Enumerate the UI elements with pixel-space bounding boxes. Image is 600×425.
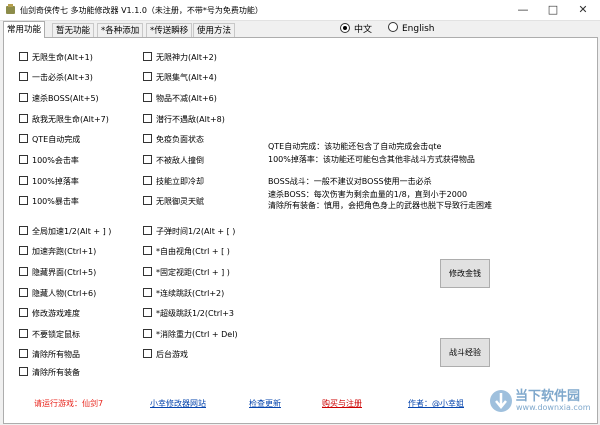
cb-hide-character[interactable]: 隐藏人物(Ctrl+6) xyxy=(19,288,96,299)
cb-one-hit-kill[interactable]: 一击必杀(Alt+3) xyxy=(19,72,93,83)
cb-clear-equipment[interactable]: 清除所有装备 xyxy=(19,367,80,378)
cb-super-jump[interactable]: *超级跳跃1/2(Ctrl+3 xyxy=(143,308,234,319)
cb-100-hit[interactable]: 100%会击率 xyxy=(19,155,79,166)
checkbox-icon xyxy=(143,267,152,276)
cb-infinite-hp[interactable]: 无限生命(Alt+1) xyxy=(19,52,93,63)
checkbox-icon xyxy=(143,288,152,297)
checkbox-icon xyxy=(143,246,152,255)
info-fastboss: 速杀BOSS：每次伤害为剩余血量的1/8，直到小于2000 xyxy=(268,190,468,199)
tab-none[interactable]: 暂无功能 xyxy=(52,23,95,38)
site-link[interactable]: 小幸修改器网站 xyxy=(150,398,206,409)
info-drop: 100%掉落率：该功能还可能包含其他非战斗方式获得物品 xyxy=(268,155,475,164)
checkbox-icon xyxy=(143,72,152,81)
checkbox-icon xyxy=(19,367,28,376)
cb-100-drop[interactable]: 100%掉落率 xyxy=(19,176,79,187)
cb-stealth[interactable]: 潜行不遇敌(Alt+8) xyxy=(143,114,225,125)
checkbox-icon xyxy=(19,176,28,185)
modify-money-button[interactable]: 修改金钱 xyxy=(440,259,490,288)
checkbox-icon xyxy=(143,134,152,143)
tab-teleport[interactable]: *传送瞬移 xyxy=(146,23,193,38)
radio-icon xyxy=(340,23,350,33)
cb-global-speed[interactable]: 全局加速1/2(Alt + ] ) xyxy=(19,226,111,237)
cb-items-no-decrease[interactable]: 物品不减(Alt+6) xyxy=(143,93,217,104)
checkbox-icon xyxy=(19,226,28,235)
author-link[interactable]: 作者：@小幸姐 xyxy=(408,398,464,409)
info-clear: 清除所有装备：慎用，会把角色身上的武器也脱下导致行走困难 xyxy=(268,201,492,210)
tab-howto[interactable]: 使用方法 xyxy=(193,23,236,38)
checkbox-icon xyxy=(143,349,152,358)
minimize-button[interactable]: — xyxy=(508,0,538,20)
maximize-button[interactable]: □ xyxy=(538,0,568,20)
tab-strip: 常用功能 暂无功能 *各种添加 *传送瞬移 使用方法 xyxy=(0,21,600,38)
cb-unlock-mouse[interactable]: 不要锁定鼠标 xyxy=(19,329,80,340)
title-bar: 仙剑奇侠传七 多功能修改器 V1.1.0（未注册，不带*号为免费功能） — □ … xyxy=(0,0,600,21)
checkbox-icon xyxy=(19,329,28,338)
checkbox-icon xyxy=(19,155,28,164)
language-chinese[interactable]: 中文 xyxy=(340,22,372,35)
window-title: 仙剑奇侠传七 多功能修改器 V1.1.0（未注册，不带*号为免费功能） xyxy=(20,6,263,15)
radio-icon xyxy=(388,22,398,32)
cb-free-camera[interactable]: *自由视角(Ctrl + [ ) xyxy=(143,246,230,257)
checkbox-icon xyxy=(19,196,28,205)
tab-common[interactable]: 常用功能 xyxy=(3,21,46,38)
checkbox-icon xyxy=(143,308,152,317)
checkbox-icon xyxy=(19,114,28,123)
cb-hide-ui[interactable]: 隐藏界面(Ctrl+5) xyxy=(19,267,96,278)
checkbox-icon xyxy=(143,93,152,102)
watermark-url: www.downxia.com xyxy=(516,403,591,412)
cb-no-knockdown[interactable]: 不被敌人撞倒 xyxy=(143,155,204,166)
checkbox-icon xyxy=(143,176,152,185)
cb-infinite-talent[interactable]: 无限御灵天赋 xyxy=(143,196,204,207)
info-qte: QTE自动完成：该功能还包含了自动完成会击qte xyxy=(268,142,442,151)
cb-all-infinite-hp[interactable]: 敌我无限生命(Alt+7) xyxy=(19,114,109,125)
checkbox-icon xyxy=(143,52,152,61)
checkbox-icon xyxy=(143,226,152,235)
checkbox-icon xyxy=(143,155,152,164)
cb-qte-auto[interactable]: QTE自动完成 xyxy=(19,134,80,145)
cb-clear-items[interactable]: 清除所有物品 xyxy=(19,349,80,360)
app-icon xyxy=(6,4,15,14)
checkbox-icon xyxy=(19,72,28,81)
checkbox-icon xyxy=(143,329,152,338)
checkbox-icon xyxy=(19,288,28,297)
cb-bullet-time[interactable]: 子弹时间1/2(Alt + [ ) xyxy=(143,226,235,237)
cb-immune-debuff[interactable]: 免疫负面状态 xyxy=(143,134,204,145)
close-button[interactable]: ✕ xyxy=(568,0,598,20)
language-english[interactable]: English xyxy=(388,22,435,34)
check-update-link[interactable]: 检查更新 xyxy=(249,398,281,409)
cb-fixed-view[interactable]: *固定视距(Ctrl + ] ) xyxy=(143,267,230,278)
checkbox-icon xyxy=(19,246,28,255)
checkbox-icon xyxy=(19,349,28,358)
cb-100-crit[interactable]: 100%暴击率 xyxy=(19,196,79,207)
watermark-name: 当下软件园 xyxy=(515,389,581,404)
cb-instant-cooldown[interactable]: 技能立即冷却 xyxy=(143,176,204,187)
cb-background-game[interactable]: 后台游戏 xyxy=(143,349,188,360)
cb-multi-jump[interactable]: *连续跳跃(Ctrl+2) xyxy=(143,288,224,299)
tab-add[interactable]: *各种添加 xyxy=(97,23,144,38)
battle-exp-button[interactable]: 战斗经验 xyxy=(440,338,490,367)
checkbox-icon xyxy=(19,308,28,317)
cb-infinite-power[interactable]: 无限神力(Alt+2) xyxy=(143,52,217,63)
run-game-status: 请运行游戏：仙剑7 xyxy=(34,399,104,408)
cb-infinite-gather[interactable]: 无限集气(Alt+4) xyxy=(143,72,217,83)
cb-difficulty[interactable]: 修改游戏难度 xyxy=(19,308,80,319)
cb-no-gravity[interactable]: *消除重力(Ctrl + Del) xyxy=(143,329,238,340)
buy-register-link[interactable]: 购买与注册 xyxy=(322,398,362,409)
checkbox-icon xyxy=(19,267,28,276)
checkbox-icon xyxy=(19,134,28,143)
info-boss: BOSS战斗：一般不建议对BOSS使用一击必杀 xyxy=(268,177,432,186)
cb-fast-run[interactable]: 加速奔跑(Ctrl+1) xyxy=(19,246,96,257)
checkbox-icon xyxy=(143,114,152,123)
cb-fast-kill-boss[interactable]: 速杀BOSS(Alt+5) xyxy=(19,93,99,104)
checkbox-icon xyxy=(19,93,28,102)
checkbox-icon xyxy=(19,52,28,61)
checkbox-icon xyxy=(143,196,152,205)
